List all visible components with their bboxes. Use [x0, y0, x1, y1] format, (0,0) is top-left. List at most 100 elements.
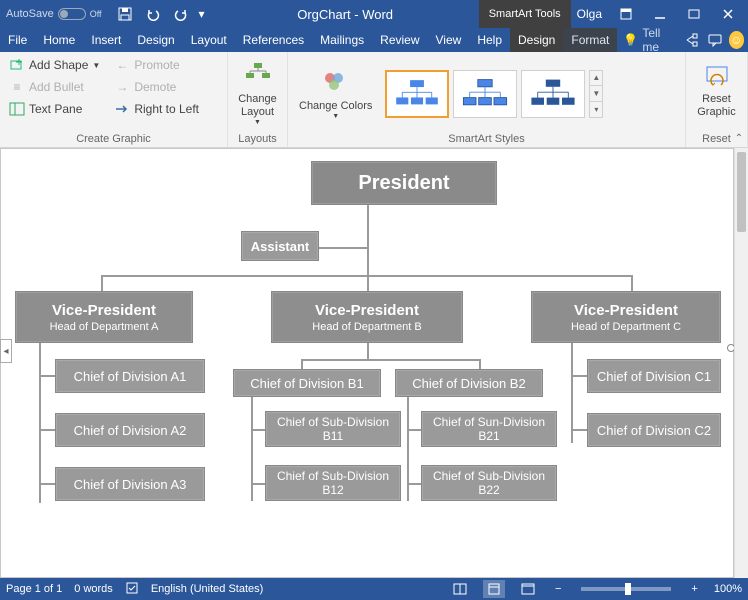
add-shape-button[interactable]: Add Shape ▼: [4, 54, 105, 76]
promote-button: ← Promote: [109, 54, 204, 76]
node-b21[interactable]: Chief of Sun-Division B21: [421, 411, 557, 447]
tell-me-search[interactable]: 💡 Tell me: [617, 26, 678, 54]
zoom-level[interactable]: 100%: [714, 583, 742, 595]
node-b12[interactable]: Chief of Sub-Division B12: [265, 465, 401, 501]
gallery-scroll[interactable]: ▲▼▾: [589, 70, 603, 118]
demote-label: Demote: [134, 80, 176, 94]
add-shape-label: Add Shape: [29, 58, 88, 72]
node-assistant[interactable]: Assistant: [241, 231, 319, 261]
text-pane-handle[interactable]: ◂: [0, 339, 12, 363]
minimize-button[interactable]: [644, 2, 676, 26]
tab-insert[interactable]: Insert: [83, 28, 129, 52]
tab-file[interactable]: File: [0, 28, 35, 52]
lightbulb-icon: 💡: [623, 33, 638, 47]
colors-icon: [320, 66, 352, 98]
tab-layout[interactable]: Layout: [183, 28, 235, 52]
reset-icon: [701, 59, 733, 91]
ribbon: Add Shape ▼ ≡ Add Bullet Text Pane ← Pro…: [0, 52, 748, 148]
change-layout-button[interactable]: Change Layout ▼: [232, 54, 283, 133]
close-button[interactable]: [712, 2, 744, 26]
bullet-icon: ≡: [9, 79, 25, 95]
change-colors-label: Change Colors: [299, 100, 372, 113]
node-vp-a[interactable]: Vice-President Head of Department A: [15, 291, 193, 343]
node-b11[interactable]: Chief of Sub-Division B11: [265, 411, 401, 447]
group-label-styles: SmartArt Styles: [292, 133, 681, 147]
status-bar: Page 1 of 1 0 words English (United Stat…: [0, 578, 748, 600]
web-layout-button[interactable]: [517, 580, 539, 598]
title-bar: AutoSave Off ▾ OrgChart - Word SmartArt …: [0, 0, 748, 28]
node-b2[interactable]: Chief of Division B2: [395, 369, 543, 397]
text-pane-button[interactable]: Text Pane: [4, 98, 105, 120]
change-layout-label: Change Layout: [238, 93, 277, 119]
node-b22[interactable]: Chief of Sub-Division B22: [421, 465, 557, 501]
qat-customize-button[interactable]: ▾: [196, 2, 208, 26]
rtl-icon: [114, 101, 130, 117]
tab-review[interactable]: Review: [372, 28, 427, 52]
status-words[interactable]: 0 words: [74, 583, 113, 595]
change-colors-button[interactable]: Change Colors ▼: [292, 61, 379, 127]
comments-button[interactable]: [704, 28, 726, 52]
node-vp-c[interactable]: Vice-President Head of Department C: [531, 291, 721, 343]
text-pane-icon: [9, 101, 25, 117]
save-button[interactable]: [112, 2, 138, 26]
zoom-out-button[interactable]: −: [551, 583, 565, 595]
vertical-scrollbar[interactable]: [734, 148, 748, 578]
proofing-icon[interactable]: [125, 581, 139, 598]
right-to-left-button[interactable]: Right to Left: [109, 98, 204, 120]
node-c2[interactable]: Chief of Division C2: [587, 413, 721, 447]
read-mode-button[interactable]: [449, 580, 471, 598]
node-a2[interactable]: Chief of Division A2: [55, 413, 205, 447]
autosave-label: AutoSave: [6, 8, 54, 20]
maximize-button[interactable]: [678, 2, 710, 26]
layout-icon: [242, 59, 274, 91]
node-vp-b[interactable]: Vice-President Head of Department B: [271, 291, 463, 343]
rtl-label: Right to Left: [134, 102, 199, 116]
style-option-1[interactable]: [385, 70, 449, 118]
text-pane-label: Text Pane: [29, 102, 82, 116]
status-page[interactable]: Page 1 of 1: [6, 583, 62, 595]
redo-button[interactable]: [168, 2, 194, 26]
document-area: ◂: [0, 148, 748, 578]
reset-label: Reset Graphic: [697, 93, 736, 119]
style-option-3[interactable]: [521, 70, 585, 118]
group-label-layouts: Layouts: [232, 133, 283, 147]
user-avatar[interactable]: ☺: [729, 31, 744, 49]
tab-view[interactable]: View: [428, 28, 470, 52]
tab-help[interactable]: Help: [469, 28, 510, 52]
node-b1[interactable]: Chief of Division B1: [233, 369, 381, 397]
undo-button[interactable]: [140, 2, 166, 26]
reset-graphic-button[interactable]: Reset Graphic: [690, 54, 743, 124]
autosave-toggle[interactable]: AutoSave Off: [0, 8, 108, 20]
autosave-state: Off: [90, 9, 102, 19]
demote-icon: →: [114, 79, 130, 95]
promote-label: Promote: [134, 58, 179, 72]
window-title: OrgChart - Word: [212, 7, 479, 22]
zoom-slider[interactable]: [581, 587, 671, 591]
tab-smartart-design[interactable]: Design: [510, 28, 563, 52]
node-a3[interactable]: Chief of Division A3: [55, 467, 205, 501]
toggle-icon: [58, 8, 86, 20]
node-a1[interactable]: Chief of Division A1: [55, 359, 205, 393]
ribbon-tabs: File Home Insert Design Layout Reference…: [0, 28, 748, 52]
tell-me-label: Tell me: [642, 26, 672, 54]
tab-smartart-format[interactable]: Format: [563, 28, 617, 52]
tab-mailings[interactable]: Mailings: [312, 28, 372, 52]
group-label-create: Create Graphic: [4, 133, 223, 147]
share-button[interactable]: [680, 28, 702, 52]
ribbon-options-button[interactable]: [610, 2, 642, 26]
tab-design[interactable]: Design: [129, 28, 182, 52]
add-bullet-label: Add Bullet: [29, 80, 84, 94]
zoom-in-button[interactable]: +: [687, 583, 701, 595]
add-bullet-button: ≡ Add Bullet: [4, 76, 105, 98]
tab-references[interactable]: References: [235, 28, 312, 52]
collapse-ribbon-button[interactable]: ⌃: [732, 131, 746, 145]
style-option-2[interactable]: [453, 70, 517, 118]
print-layout-button[interactable]: [483, 580, 505, 598]
tab-home[interactable]: Home: [35, 28, 83, 52]
contextual-tab-label: SmartArt Tools: [479, 0, 571, 28]
add-shape-icon: [9, 57, 25, 73]
node-president[interactable]: President: [311, 161, 497, 205]
document-page[interactable]: ◂: [0, 148, 734, 578]
status-language[interactable]: English (United States): [151, 583, 264, 595]
node-c1[interactable]: Chief of Division C1: [587, 359, 721, 393]
